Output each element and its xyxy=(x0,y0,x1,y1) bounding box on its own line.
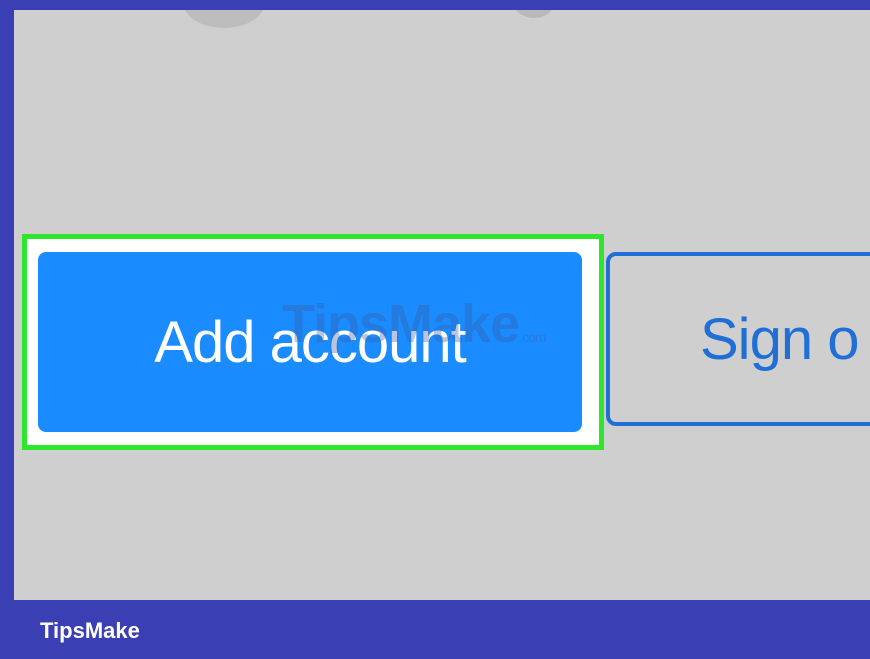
avatar-icon xyxy=(184,10,264,28)
sign-out-button[interactable]: Sign o xyxy=(606,252,870,426)
footer-brand: TipsMake xyxy=(40,618,140,643)
status-icon xyxy=(514,10,554,18)
add-account-button[interactable]: Add account xyxy=(38,252,582,432)
